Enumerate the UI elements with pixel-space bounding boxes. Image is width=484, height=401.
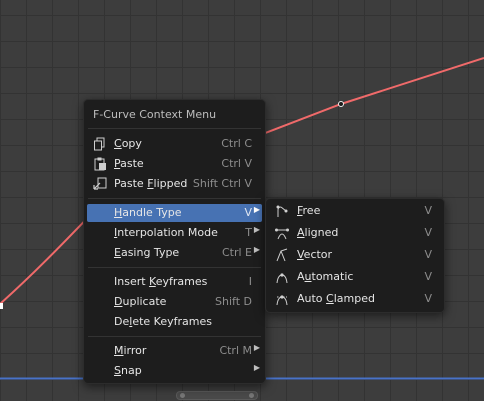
- menu-separator: [88, 198, 261, 199]
- handle-type-submenu: Free V Aligned V Vector V Automatic V Au…: [265, 198, 445, 313]
- fcurve-context-menu: F-Curve Context Menu Copy Ctrl C Paste C…: [83, 99, 266, 384]
- copy-icon: [94, 137, 105, 151]
- menu-item-label: Mirror: [114, 344, 147, 357]
- submenu-item-aligned[interactable]: Aligned V: [269, 224, 441, 242]
- menu-item-handle-type[interactable]: Handle Type V ▶: [87, 204, 262, 222]
- menu-title: F-Curve Context Menu: [93, 108, 217, 121]
- menu-item-shortcut: Shift D: [215, 295, 252, 308]
- submenu-item-shortcut: V: [424, 204, 432, 217]
- paste-icon: [94, 157, 106, 171]
- menu-item-shortcut: T: [245, 226, 252, 239]
- menu-item-shortcut: V: [244, 206, 252, 219]
- menu-item-shortcut: Shift Ctrl V: [192, 177, 252, 190]
- menu-item-copy[interactable]: Copy Ctrl C: [87, 135, 262, 153]
- menu-separator: [88, 336, 261, 337]
- menu-item-label: Paste: [114, 157, 144, 170]
- menu-item-label: Delete Keyframes: [114, 315, 212, 328]
- menu-item-label: Copy: [114, 137, 142, 150]
- submenu-arrow-icon: ▶: [253, 225, 260, 234]
- menu-item-label: Insert Keyframes: [114, 275, 208, 288]
- submenu-item-label: Aligned: [297, 226, 339, 239]
- submenu-item-free[interactable]: Free V: [269, 202, 441, 220]
- submenu-item-label: Automatic: [297, 270, 354, 283]
- submenu-item-label: Auto Clamped: [297, 292, 375, 305]
- menu-item-insert-keyframes[interactable]: Insert Keyframes I: [87, 273, 262, 291]
- menu-item-easing-type[interactable]: Easing Type Ctrl E ▶: [87, 244, 262, 262]
- menu-separator: [88, 267, 261, 268]
- menu-item-label: Interpolation Mode: [114, 226, 218, 239]
- submenu-item-shortcut: V: [424, 292, 432, 305]
- submenu-item-auto-clamped[interactable]: Auto Clamped V: [269, 290, 441, 308]
- handle-free-icon: [276, 205, 288, 217]
- submenu-arrow-icon: ▶: [253, 363, 260, 372]
- submenu-item-automatic[interactable]: Automatic V: [269, 268, 441, 286]
- submenu-item-shortcut: V: [424, 270, 432, 283]
- submenu-item-vector[interactable]: Vector V: [269, 246, 441, 264]
- menu-item-paste[interactable]: Paste Ctrl V: [87, 155, 262, 173]
- menu-item-label: Paste Flipped: [114, 177, 188, 190]
- menu-item-shortcut: Ctrl C: [221, 137, 252, 150]
- submenu-arrow-icon: ▶: [253, 245, 260, 254]
- menu-item-shortcut: Ctrl E: [221, 246, 252, 259]
- scrollbar-handle-right[interactable]: [249, 393, 254, 398]
- scrollbar-handle-left[interactable]: [180, 393, 185, 398]
- handle-auto-icon: [276, 273, 288, 284]
- menu-item-label: Snap: [114, 364, 142, 377]
- menu-separator: [88, 128, 261, 129]
- submenu-arrow-icon: ▶: [253, 343, 260, 352]
- paste-flipped-icon: [93, 177, 107, 190]
- submenu-item-label: Free: [297, 204, 321, 217]
- menu-item-snap[interactable]: Snap ▶: [87, 362, 262, 380]
- menu-item-delete-keyframes[interactable]: Delete Keyframes: [87, 313, 262, 331]
- menu-item-label: Duplicate: [114, 295, 167, 308]
- menu-item-shortcut: Ctrl M: [219, 344, 252, 357]
- horizontal-scrollbar[interactable]: [176, 391, 258, 400]
- handle-auto-clamped-icon: [276, 295, 288, 306]
- submenu-arrow-icon: ▶: [253, 205, 260, 214]
- submenu-item-shortcut: V: [424, 226, 432, 239]
- menu-item-interpolation-mode[interactable]: Interpolation Mode T ▶: [87, 224, 262, 242]
- submenu-item-shortcut: V: [424, 248, 432, 261]
- menu-item-mirror[interactable]: Mirror Ctrl M ▶: [87, 342, 262, 360]
- menu-item-shortcut: Ctrl V: [221, 157, 252, 170]
- menu-item-shortcut: I: [248, 275, 252, 288]
- handle-vector-icon: [276, 248, 288, 262]
- menu-item-label: Handle Type: [114, 206, 182, 219]
- menu-item-duplicate[interactable]: Duplicate Shift D: [87, 293, 262, 311]
- menu-item-paste-flipped[interactable]: Paste Flipped Shift Ctrl V: [87, 175, 262, 193]
- menu-item-label: Easing Type: [114, 246, 180, 259]
- handle-aligned-icon: [275, 228, 289, 240]
- submenu-item-label: Vector: [297, 248, 333, 261]
